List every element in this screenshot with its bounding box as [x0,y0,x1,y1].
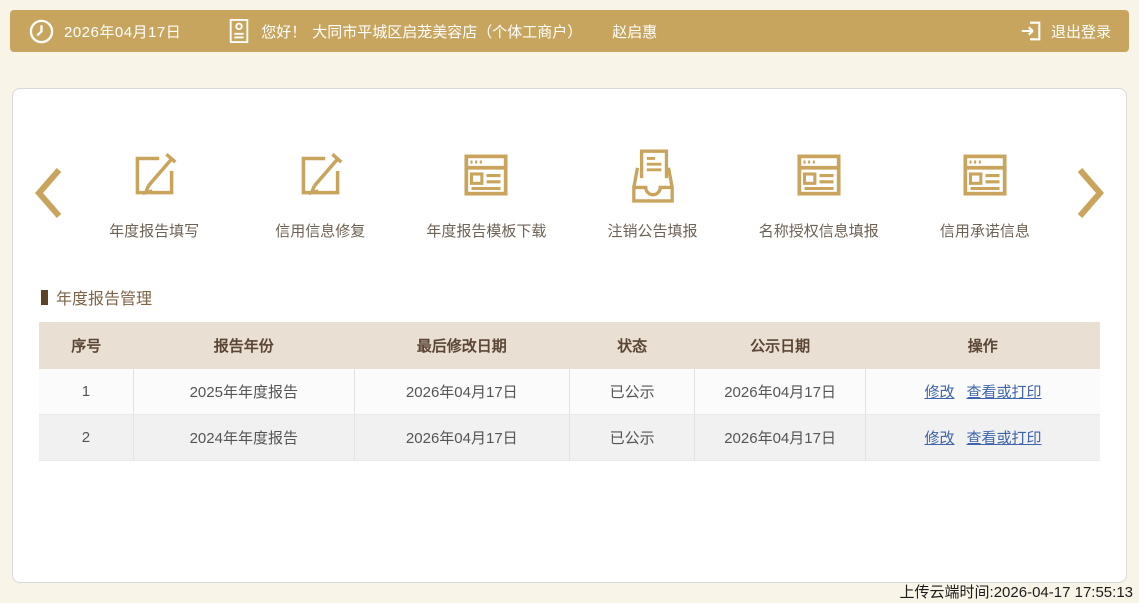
menu-item-credit-commitment[interactable]: 信用承诺信息 [905,145,1065,241]
col-header-no: 序号 [39,322,134,369]
menu-item-name-authorization[interactable]: 名称授权信息填报 [739,145,899,241]
id-badge-icon [227,17,251,45]
logout-label: 退出登录 [1050,23,1111,41]
menu-item-label: 名称授权信息填报 [758,223,879,240]
inbox-document-icon [624,145,682,203]
table-header-row: 序号 报告年份 最后修改日期 状态 公示日期 操作 [39,322,1100,369]
greeting-text: 您好！ [261,23,307,41]
modify-link[interactable]: 修改 [924,430,954,447]
cell-status: 已公示 [569,369,696,415]
user-name: 赵启惠 [612,23,658,41]
cell-actions: 修改 查看或打印 [865,369,1100,415]
cell-actions: 修改 查看或打印 [865,414,1100,461]
menu-item-annual-report-fill[interactable]: 年度报告填写 [74,145,234,241]
menu-item-template-download[interactable]: 年度报告模板下载 [406,145,566,241]
cell-no: 1 [39,369,134,415]
logout-button[interactable]: 退出登录 [1011,19,1111,43]
main-panel: 年度报告填写 信用信息修复 年度报告模板下载 注销公告填报 名称授权信息填报 信… [12,88,1127,583]
edit-icon [291,145,349,203]
webpage-icon [790,145,848,203]
table-row: 1 2025年年度报告 2026年04月17日 已公示 2026年04月17日 … [39,369,1100,415]
annual-report-table: 序号 报告年份 最后修改日期 状态 公示日期 操作 1 2025年年度报告 20… [39,322,1100,461]
menu-item-cancellation-notice[interactable]: 注销公告填报 [573,145,733,241]
section-title-text: 年度报告管理 [56,291,153,308]
menu-item-label: 信用承诺信息 [939,223,1030,240]
upload-cloud-timestamp: 上传云端时间:2026-04-17 17:55:13 [899,584,1133,601]
edit-icon [125,145,183,203]
section-title: 年度报告管理 [41,285,1126,309]
function-menu-carousel: 年度报告填写 信用信息修复 年度报告模板下载 注销公告填报 名称授权信息填报 信… [13,145,1126,241]
chevron-left-icon[interactable] [25,155,71,231]
menu-item-credit-repair[interactable]: 信用信息修复 [240,145,400,241]
function-menu-items: 年度报告填写 信用信息修复 年度报告模板下载 注销公告填报 名称授权信息填报 信… [71,145,1068,241]
menu-item-label: 信用信息修复 [275,223,366,240]
cell-year: 2025年年度报告 [133,369,355,415]
webpage-icon [956,145,1014,203]
logout-icon [1019,19,1043,43]
table-row: 2 2024年年度报告 2026年04月17日 已公示 2026年04月17日 … [39,414,1100,461]
cell-publish-date: 2026年04月17日 [694,369,866,415]
cell-publish-date: 2026年04月17日 [694,414,866,461]
col-header-publish-date: 公示日期 [694,322,866,369]
col-header-modified: 最后修改日期 [354,322,570,369]
col-header-status: 状态 [569,322,695,369]
chevron-right-icon[interactable] [1068,155,1114,231]
cell-no: 2 [39,414,134,461]
view-or-print-link[interactable]: 查看或打印 [966,384,1041,401]
menu-item-label: 注销公告填报 [607,223,698,240]
menu-item-label: 年度报告模板下载 [426,223,547,240]
clock-icon [28,18,55,45]
cell-year: 2024年年度报告 [133,414,355,461]
company-name: 大同市平城区启茏美容店（个体工商户） [312,23,583,41]
cell-modified: 2026年04月17日 [354,369,570,415]
view-or-print-link[interactable]: 查看或打印 [966,430,1041,447]
cell-status: 已公示 [569,414,696,461]
current-date: 2026年04月17日 [64,23,182,41]
col-header-actions: 操作 [865,322,1100,369]
top-bar: 2026年04月17日 您好！ 大同市平城区启茏美容店（个体工商户） 赵启惠 退… [10,10,1129,52]
modify-link[interactable]: 修改 [924,384,954,401]
cell-modified: 2026年04月17日 [354,414,570,461]
section-marker [41,289,48,305]
col-header-year: 报告年份 [133,322,355,369]
webpage-icon [457,145,515,203]
menu-item-label: 年度报告填写 [109,223,200,240]
